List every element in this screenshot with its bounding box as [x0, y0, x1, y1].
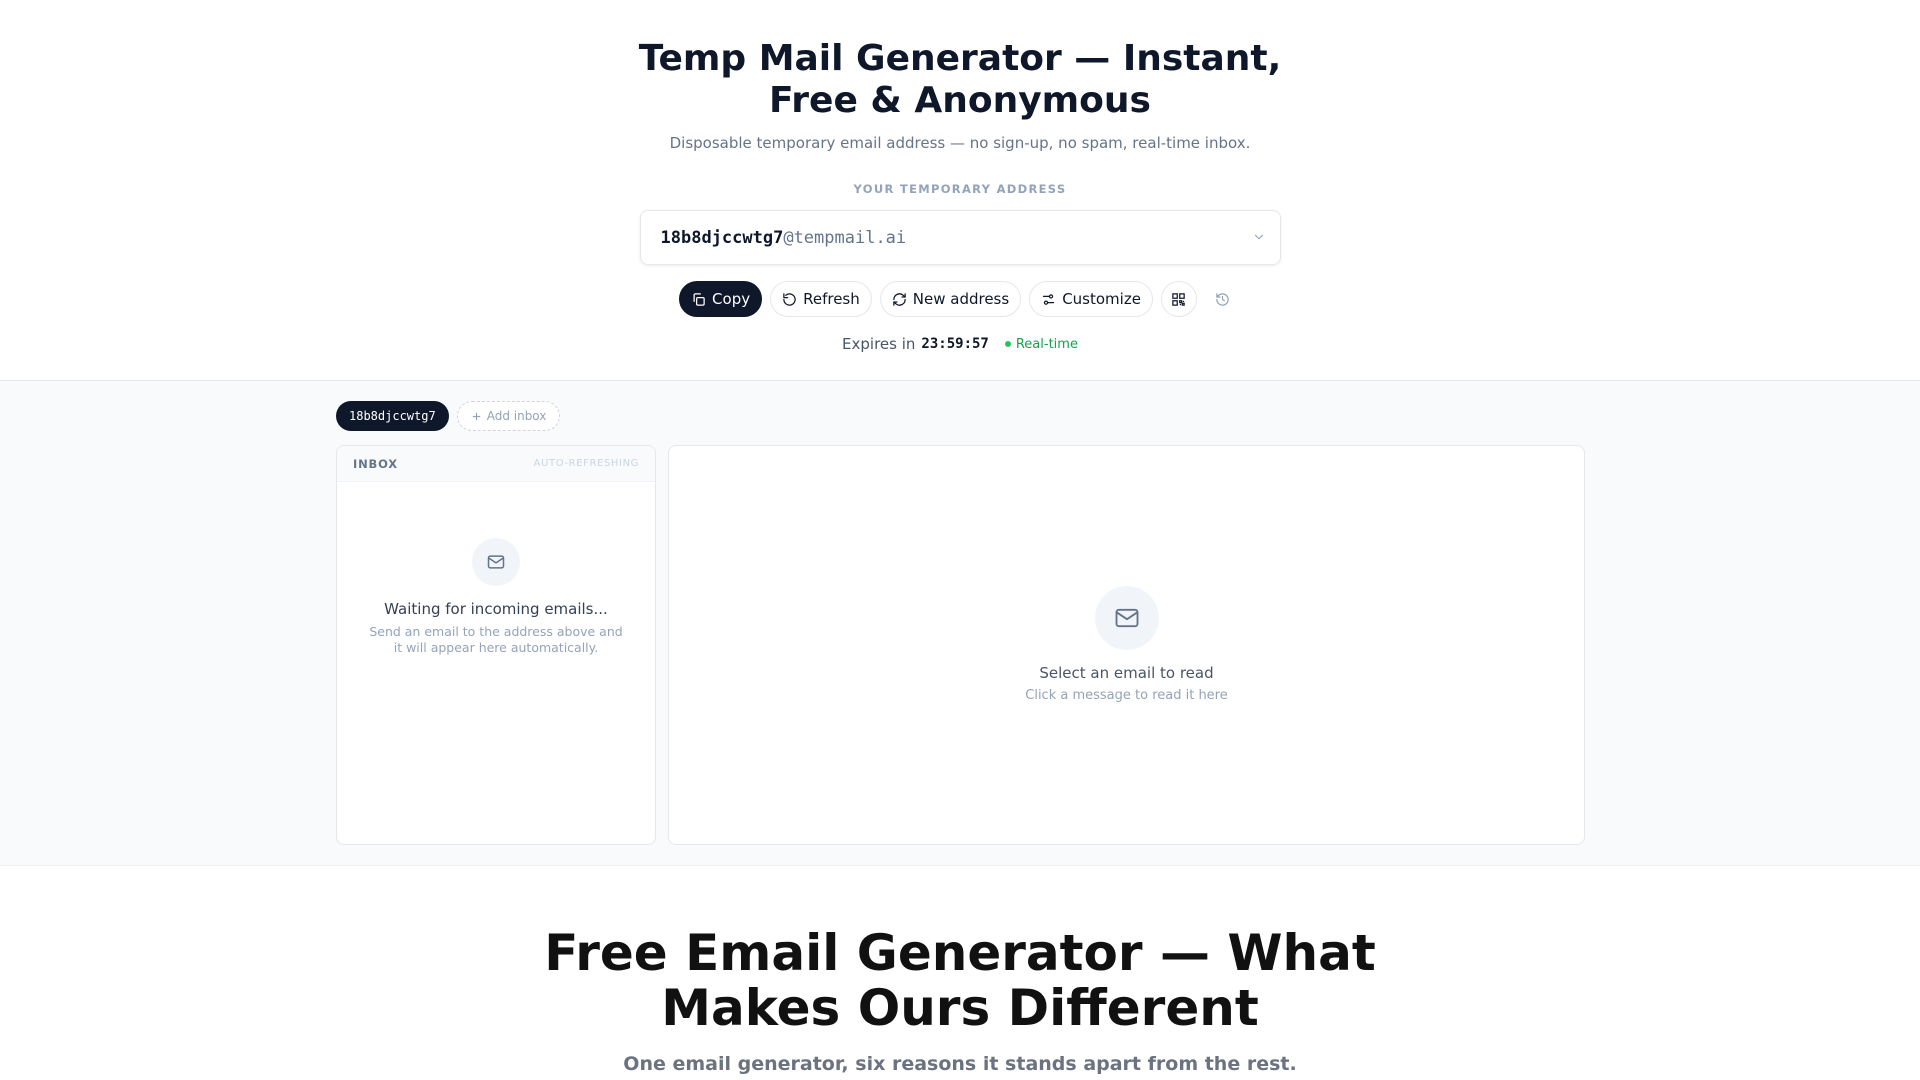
hero-section: Temp Mail Generator — Instant, Free & An… — [0, 0, 1920, 381]
expiry-timer: 23:59:57 — [921, 336, 989, 352]
inbox-header: INBOX AUTO-REFRESHING — [337, 446, 655, 482]
new-address-label: New address — [912, 290, 1010, 308]
page-title: Temp Mail Generator — Instant, Free & An… — [638, 38, 1282, 121]
reader-empty-desc: Click a message to read it here — [1025, 688, 1228, 703]
inbox-title: INBOX — [353, 456, 398, 471]
inbox-status: AUTO-REFRESHING — [533, 458, 639, 469]
customize-icon — [1043, 293, 1055, 305]
features-section: Free Email Generator — What Makes Ours D… — [0, 866, 1920, 1076]
refresh-button[interactable]: Refresh — [770, 281, 872, 317]
new-address-icon — [893, 292, 906, 306]
page-subtitle: Disposable temporary email address — no … — [669, 134, 1251, 152]
qr-code-button[interactable] — [1160, 281, 1197, 317]
reader-empty-state: Select an email to read Click a message … — [669, 586, 1584, 703]
mail-icon — [472, 538, 520, 586]
message-reader: Select an email to read Click a message … — [668, 445, 1585, 845]
copy-label: Copy — [712, 290, 751, 308]
customize-button[interactable]: Customize — [1029, 281, 1153, 317]
add-inbox-label: Add inbox — [486, 409, 547, 423]
inbox-tab-active[interactable]: 18b8djccwtg7 — [336, 401, 449, 431]
address-text: 18b8djccwtg7@tempmail.ai — [661, 228, 907, 248]
copy-icon — [693, 292, 705, 306]
realtime-label: Real-time — [1015, 336, 1078, 352]
copy-button[interactable]: Copy — [679, 281, 763, 317]
address-label: YOUR TEMPORARY ADDRESS — [853, 182, 1067, 196]
history-icon — [1216, 292, 1230, 306]
address-actions: Copy Refresh New address Customize — [0, 281, 1920, 317]
address-selector[interactable]: 18b8djccwtg7@tempmail.ai — [639, 210, 1281, 265]
expiry-row: Expires in 23:59:57 Real-time — [0, 335, 1920, 353]
refresh-icon — [783, 292, 796, 306]
inbox-empty-title: Waiting for incoming emails... — [384, 600, 608, 618]
address-domain: @tempmail.ai — [783, 227, 907, 248]
new-address-button[interactable]: New address — [879, 281, 1022, 317]
refresh-label: Refresh — [803, 290, 860, 308]
mail-icon — [1094, 586, 1159, 650]
live-dot-icon — [1004, 341, 1011, 347]
plus-icon — [472, 412, 480, 420]
qr-code-icon — [1172, 292, 1186, 306]
expiry-prefix: Expires in — [842, 335, 916, 353]
address-user: 18b8djccwtg7 — [660, 227, 784, 248]
mail-workspace: 18b8djccwtg7 Add inbox INBOX AUTO-REFRES… — [0, 381, 1920, 866]
features-subtitle: One email generator, six reasons it stan… — [623, 1053, 1297, 1075]
customize-label: Customize — [1062, 290, 1141, 308]
reader-empty-title: Select an email to read — [1039, 664, 1214, 682]
inbox-empty-desc: Send an email to the address above and i… — [369, 624, 623, 655]
add-inbox-button[interactable]: Add inbox — [456, 401, 561, 431]
features-title: Free Email Generator — What Makes Ours D… — [544, 924, 1376, 1037]
chevron-down-icon[interactable] — [1252, 230, 1266, 244]
realtime-indicator: Real-time — [1004, 336, 1078, 352]
history-button[interactable] — [1204, 281, 1241, 317]
inbox-empty-state: Waiting for incoming emails... Send an e… — [337, 538, 655, 656]
inbox-panel: INBOX AUTO-REFRESHING Waiting for incomi… — [336, 445, 656, 845]
inbox-tabs: 18b8djccwtg7 Add inbox — [336, 401, 561, 431]
